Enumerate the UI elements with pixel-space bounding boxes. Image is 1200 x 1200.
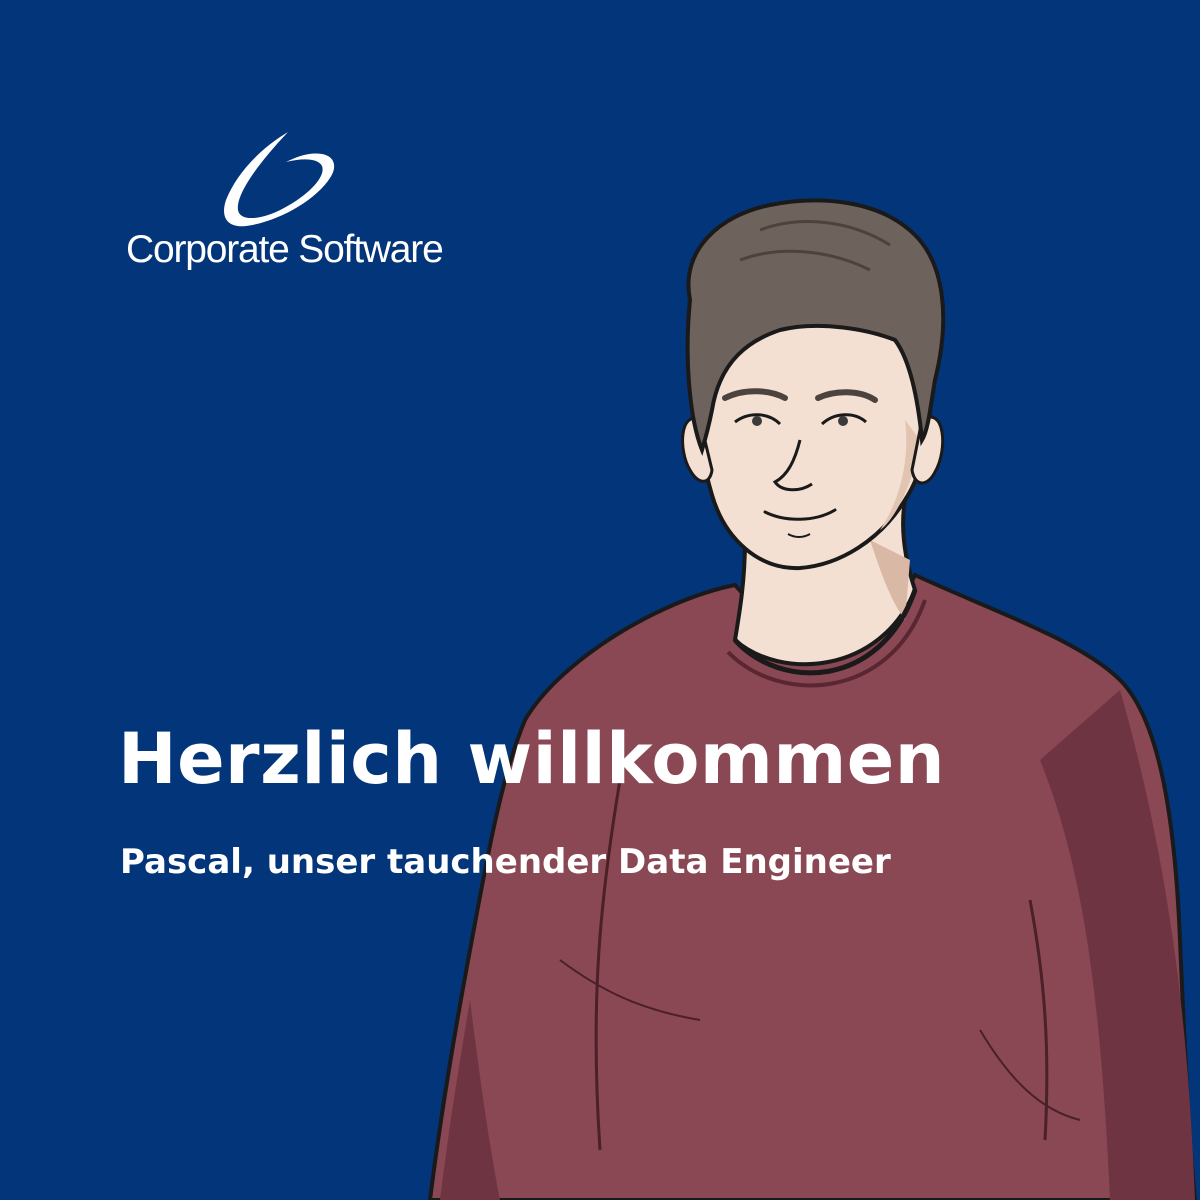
welcome-headline: Herzlich willkommen (118, 718, 946, 800)
welcome-subline: Pascal, unser tauchender Data Engineer (120, 842, 891, 882)
welcome-card: Corporate Software Herzlich willkommen P… (0, 0, 1200, 1200)
swoosh-logo-icon (224, 132, 335, 227)
corporate-software-logo: Corporate Software (118, 130, 448, 300)
brand-name: Corporate Software (126, 228, 444, 271)
